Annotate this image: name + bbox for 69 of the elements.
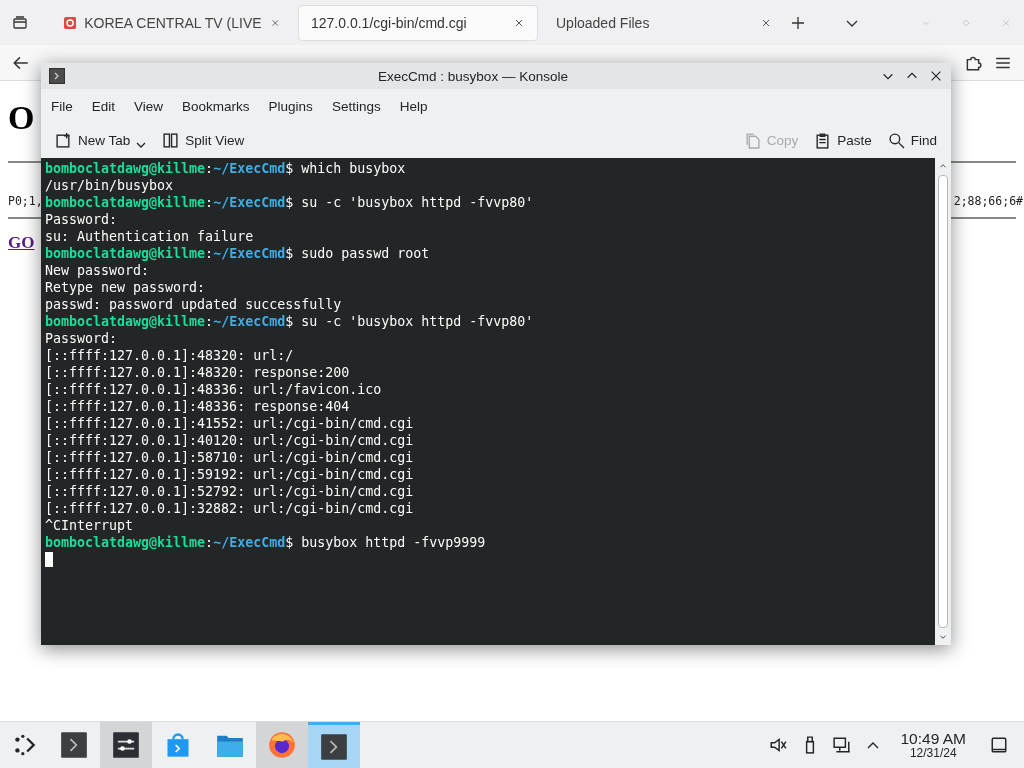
terminal-line: [::ffff:127.0.0.1]:48336: url:/favicon.ico — [45, 381, 383, 398]
terminal-line: [::ffff:127.0.0.1]:52792: url:/cgi-bin/cmd.cgi — [45, 483, 415, 500]
close-icon[interactable] — [929, 69, 943, 83]
terminal-line: Retype new password: — [45, 279, 207, 296]
browser-tab[interactable]: 127.0.0.1/cgi-bin/cmd.cgi — [298, 4, 538, 41]
tab-title: KOREA CENTRAL TV (LIVE — [84, 14, 262, 31]
terminal-line: [::ffff:127.0.0.1]:40120: url:/cgi-bin/cmd.cgi — [45, 432, 415, 449]
menu-item[interactable]: View — [127, 94, 171, 118]
clock[interactable]: 10:49 AM 12/31/24 — [900, 731, 966, 759]
page-link[interactable]: GO — [8, 233, 35, 253]
page-text: 2;88;66;6# — [953, 194, 1023, 208]
terminal-line: [::ffff:127.0.0.1]:48320: response:200 — [45, 364, 351, 381]
terminal-line: ^CInterrupt — [45, 517, 135, 534]
terminal-line: New password: — [45, 262, 151, 279]
terminal-line: bomboclatdawg@killme:~/ExecCmd$ su -c 'busybox httpd -fvvp80' — [45, 313, 535, 330]
new-tab-icon — [55, 132, 72, 149]
muted-speaker-icon[interactable] — [768, 736, 787, 754]
show-desktop-icon[interactable] — [990, 736, 1008, 754]
terminal-line: Password: — [45, 211, 119, 228]
taskbar-button[interactable] — [256, 722, 308, 768]
menu-item[interactable]: Settings — [324, 94, 388, 118]
terminal-line: bomboclatdawg@killme:~/ExecCmd$ su -c 'busybox httpd -fvvp80' — [45, 194, 535, 211]
terminal-line: [::ffff:127.0.0.1]:58710: url:/cgi-bin/cmd.cgi — [45, 449, 415, 466]
tab-list-icon[interactable] — [12, 14, 28, 31]
terminal-line: [::ffff:127.0.0.1]:48336: response:404 — [45, 398, 351, 415]
toolbar-button[interactable]: Paste — [808, 128, 878, 153]
toolbar-button[interactable]: Split View — [156, 128, 251, 153]
browser-icon — [268, 731, 296, 759]
text-cursor — [45, 552, 53, 567]
menu-item[interactable]: File — [44, 94, 80, 118]
terminal-line: [::ffff:127.0.0.1]:32882: url:/cgi-bin/cmd.cgi — [45, 500, 415, 517]
plus-icon[interactable] — [790, 14, 806, 31]
menu-item[interactable]: Plugins — [261, 94, 320, 118]
menu-item[interactable]: Bookmarks — [175, 94, 257, 118]
terminal-icon — [49, 68, 65, 84]
terminal-line: passwd: password updated successfully — [45, 296, 343, 313]
terminal-line: /usr/bin/busybox — [45, 177, 175, 194]
taskbar-button[interactable] — [308, 722, 360, 768]
page-heading: O — [8, 99, 35, 138]
terminal-line: bomboclatdawg@killme:~/ExecCmd$ busybox httpd -fvvp9999 — [45, 534, 487, 551]
terminal-line: bomboclatdawg@killme:~/ExecCmd$ which busybox — [45, 160, 407, 177]
terminal-line: su: Authentication failure — [45, 228, 255, 245]
terminal-line: [::ffff:127.0.0.1]:59192: url:/cgi-bin/cmd.cgi — [45, 466, 415, 483]
caret-icon[interactable] — [136, 141, 147, 149]
menu-item[interactable]: Edit — [84, 94, 123, 118]
launcher-icon[interactable] — [12, 732, 38, 758]
search-icon — [887, 132, 905, 149]
window-title: ExecCmd : busybox — Konsole — [377, 68, 569, 84]
terminal-line: [::ffff:127.0.0.1]:48320: url:/ — [45, 347, 295, 364]
terminal-icon — [320, 732, 348, 761]
clipboard-icon — [814, 132, 832, 149]
tab-title: Uploaded Files — [556, 14, 651, 31]
page-text: P0;1, — [8, 194, 43, 208]
copy-icon — [743, 132, 761, 149]
scrollbar[interactable] — [935, 158, 951, 645]
menu-item[interactable]: Help — [392, 94, 435, 118]
terminal-icon — [60, 731, 88, 759]
taskbar-button[interactable] — [100, 722, 152, 768]
tab-title: 127.0.0.1/cgi-bin/cmd.cgi — [311, 14, 468, 31]
toolbar-button[interactable]: New Tab — [49, 128, 153, 153]
sliders-icon — [112, 731, 140, 759]
browser-tab[interactable]: KOREA CENTRAL TV (LIVE — [52, 4, 292, 41]
browser-tab[interactable]: Uploaded Files — [544, 4, 784, 41]
terminal-line: bomboclatdawg@killme:~/ExecCmd$ sudo passwd root — [45, 245, 431, 262]
split-view-icon — [162, 132, 180, 149]
terminal-line: Password: — [45, 330, 119, 347]
terminal-line: [::ffff:127.0.0.1]:41552: url:/cgi-bin/cmd.cgi — [45, 415, 415, 432]
toolbar-button[interactable]: Find — [881, 128, 943, 153]
network-icon[interactable] — [832, 736, 851, 754]
